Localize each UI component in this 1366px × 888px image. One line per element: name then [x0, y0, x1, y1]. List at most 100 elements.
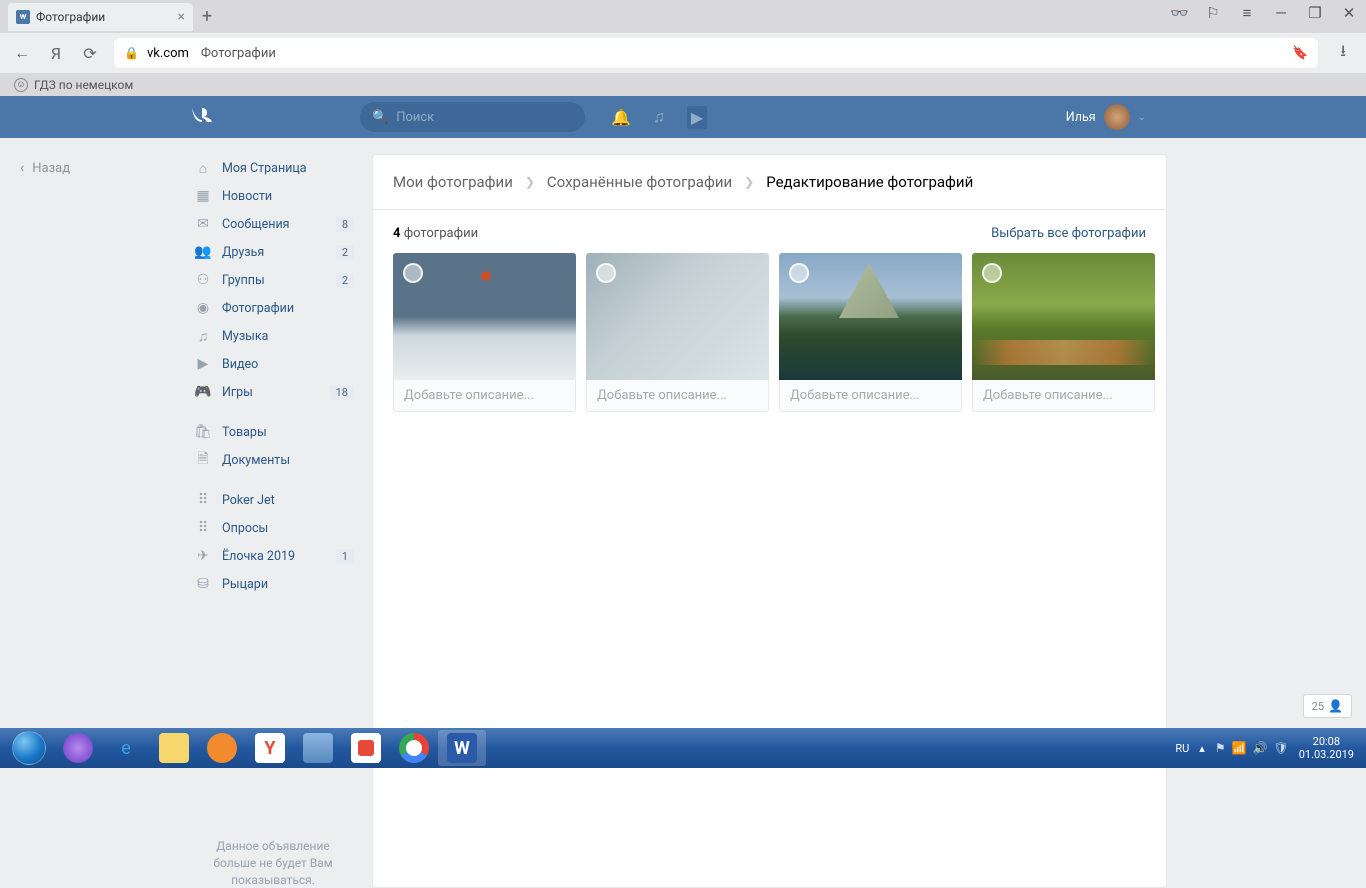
photo-card: Добавьте описание...	[393, 253, 576, 412]
bookmark-item[interactable]: ГДЗ по немецком	[34, 78, 133, 92]
header-icons: 🔔 ♫ ▶	[611, 106, 707, 129]
sidebar-item[interactable]: ♫Музыка	[188, 322, 360, 350]
sidebar-item[interactable]: ▦Новости	[188, 182, 360, 210]
flag-icon[interactable]: ⚐	[1204, 4, 1222, 22]
sidebar-item[interactable]: ⚇ Группы 2	[188, 266, 360, 294]
sidebar-label: Фотографии	[222, 301, 294, 316]
caption-input[interactable]: Добавьте описание...	[972, 380, 1155, 412]
task-calc[interactable]	[294, 730, 342, 766]
tray-expand-icon[interactable]: ▴	[1199, 742, 1205, 755]
sidebar-label: Группы	[222, 273, 265, 288]
play-icon[interactable]: ▶	[687, 106, 707, 129]
sidebar-icon: ⚇	[194, 272, 212, 288]
task-cortana[interactable]	[54, 730, 102, 766]
sidebar-item[interactable]: ⠿Poker Jet	[188, 486, 360, 514]
yandex-icon[interactable]: Я	[46, 44, 66, 63]
select-circle[interactable]	[596, 263, 616, 283]
sidebar-item[interactable]: ⛁Рыцари	[188, 570, 360, 598]
tray-lang[interactable]: RU	[1175, 742, 1189, 755]
new-tab-button[interactable]: +	[193, 3, 221, 31]
badge: 18	[330, 385, 354, 400]
address-title: Фотографии	[201, 46, 276, 61]
badge: 8	[336, 217, 354, 232]
sidebar-item[interactable]: 🎮Игры18	[188, 378, 360, 406]
sidebar-item[interactable]: ◉ Фотографии	[188, 294, 360, 322]
vk-logo[interactable]	[190, 105, 360, 129]
sidebar-icon: ✉	[194, 216, 212, 232]
caption-input[interactable]: Добавьте описание...	[393, 380, 576, 412]
menu-icon[interactable]: ≡	[1238, 4, 1256, 22]
breadcrumb-saved-photos[interactable]: Сохранённые фотографии	[547, 173, 732, 191]
sidebar-item[interactable]: ✉ Сообщения 8	[188, 210, 360, 238]
chevron-right-icon: ❯	[525, 175, 535, 189]
sidebar-icon: 👥	[194, 244, 212, 260]
address-bar[interactable]: 🔒 vk.com Фотографии 🔖	[114, 38, 1318, 68]
sidebar-item[interactable]: 🗎Документы	[188, 446, 360, 474]
user-menu[interactable]: Илья ⌄	[1066, 104, 1146, 130]
close-icon[interactable]: ×	[178, 9, 185, 25]
photo-thumb[interactable]	[779, 253, 962, 380]
reload-icon[interactable]: ⟳	[80, 44, 100, 63]
select-all-link[interactable]: Выбрать все фотографии	[991, 226, 1146, 241]
photo-thumb[interactable]	[586, 253, 769, 380]
sidebar-label: Моя Страница	[222, 161, 307, 176]
task-ya2[interactable]	[342, 730, 390, 766]
task-yandex[interactable]: Y	[246, 730, 294, 766]
sidebar-icon: ▦	[194, 188, 212, 204]
flag-tray-icon[interactable]: ⚑	[1215, 741, 1226, 755]
search-input[interactable]: 🔍 Поиск	[360, 102, 585, 132]
sidebar-label: Сообщения	[222, 217, 290, 232]
browser-tab[interactable]: w Фотографии ×	[8, 3, 193, 31]
download-icon[interactable]: ⭳	[1332, 40, 1354, 67]
select-circle[interactable]	[789, 263, 809, 283]
sidebar-icon: 🗎	[194, 448, 212, 472]
task-word[interactable]: W	[438, 730, 486, 766]
volume-icon[interactable]: 🔊	[1253, 741, 1268, 755]
back-link[interactable]: ‹ Назад	[20, 154, 188, 176]
sidebar-item[interactable]: ▶Видео	[188, 350, 360, 378]
nav-bar: ← Я ⟳ 🔒 vk.com Фотографии 🔖 ⭳	[0, 33, 1366, 73]
select-circle[interactable]	[403, 263, 423, 283]
content: ‹ Назад ⌂Моя Страница▦Новости ✉ Сообщения 8…	[0, 138, 1366, 888]
chevron-down-icon: ⌄	[1138, 112, 1146, 123]
back-icon[interactable]: ←	[12, 43, 32, 63]
friends-online-hint[interactable]: 25 👤	[1303, 694, 1352, 718]
minimize-icon[interactable]: —	[1272, 4, 1290, 22]
tab-bar: w Фотографии × + 👓 ⚐ ≡ — ❐ ✕	[0, 0, 1366, 33]
sidebar-item[interactable]: ⌂Моя Страница	[188, 154, 360, 182]
close-window-icon[interactable]: ✕	[1340, 4, 1358, 22]
chevron-left-icon: ‹	[20, 160, 24, 176]
photo-card: Добавьте описание...	[779, 253, 962, 412]
sidebar-label: Poker Jet	[222, 493, 275, 508]
task-ie[interactable]: e	[102, 730, 150, 766]
friends-count: 25	[1312, 700, 1324, 713]
sidebar-item[interactable]: 👥Друзья2	[188, 238, 360, 266]
task-chrome[interactable]	[390, 730, 438, 766]
system-tray: RU ▴ ⚑ 📶 🔊 🛡 20:08 01.03.2019	[1175, 735, 1362, 761]
badge: 2	[336, 273, 354, 288]
reader-icon[interactable]: 👓	[1170, 4, 1188, 22]
sidebar-icon: ◉	[194, 300, 212, 316]
start-button[interactable]	[4, 730, 54, 766]
photo-thumb[interactable]	[393, 253, 576, 380]
task-media[interactable]	[198, 730, 246, 766]
photo-thumb[interactable]	[972, 253, 1155, 380]
bell-icon[interactable]: 🔔	[611, 108, 631, 127]
sidebar-label: Друзья	[222, 245, 264, 260]
caption-input[interactable]: Добавьте описание...	[586, 380, 769, 412]
breadcrumb-current: Редактирование фотографий	[766, 173, 973, 191]
back-label: Назад	[32, 161, 70, 176]
bookmark-icon[interactable]: 🔖	[1292, 46, 1308, 61]
network-icon[interactable]: 📶	[1232, 741, 1247, 755]
shield-icon[interactable]: 🛡	[1274, 741, 1289, 755]
clock[interactable]: 20:08 01.03.2019	[1299, 735, 1354, 761]
sidebar-item[interactable]: ✈Ёлочка 20191	[188, 542, 360, 570]
caption-input[interactable]: Добавьте описание...	[779, 380, 962, 412]
select-circle[interactable]	[982, 263, 1002, 283]
music-icon[interactable]: ♫	[653, 107, 665, 127]
sidebar-item[interactable]: ⠿Опросы	[188, 514, 360, 542]
task-explorer[interactable]	[150, 730, 198, 766]
maximize-icon[interactable]: ❐	[1306, 4, 1324, 22]
breadcrumb-my-photos[interactable]: Мои фотографии	[393, 173, 513, 191]
sidebar-item[interactable]: 🛍Товары	[188, 418, 360, 446]
